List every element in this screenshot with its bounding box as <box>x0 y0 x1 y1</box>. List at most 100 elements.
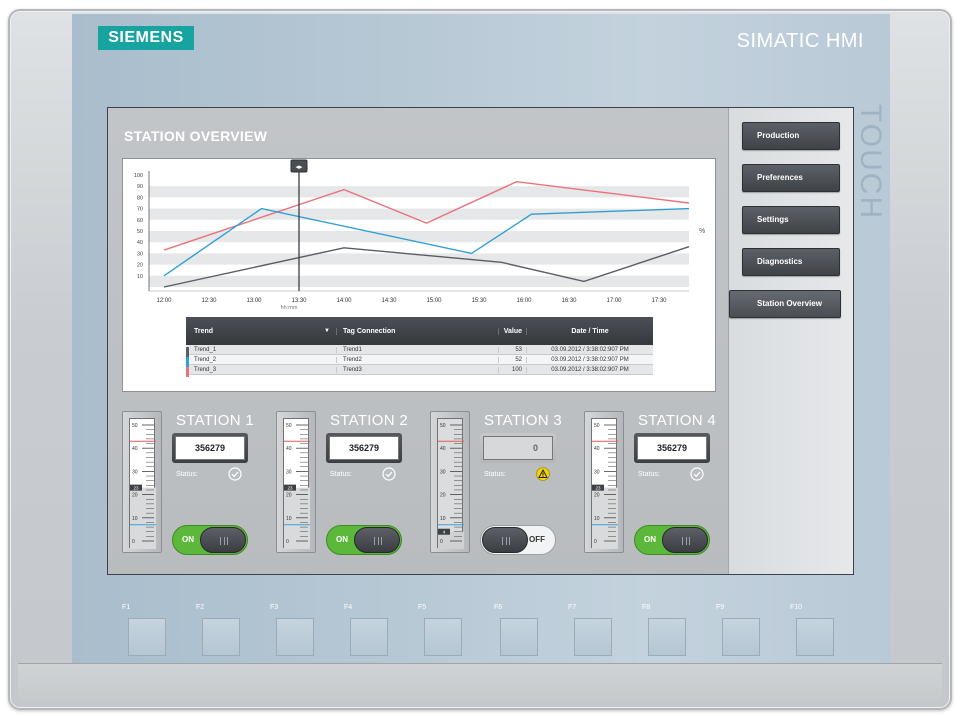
bezel-bottom-strip <box>18 663 942 701</box>
y-tick-label: 50 <box>137 229 143 235</box>
nav-production-button[interactable]: Production <box>742 122 840 150</box>
fkey-label: F5 <box>418 604 427 611</box>
fkey-label: F9 <box>716 604 725 611</box>
station-2-panel: 50 40 30 20 10 0 23 STATION 2 356279 Status: O… <box>276 411 416 561</box>
x-tick-label: 16:00 <box>516 298 532 304</box>
touch-label: TOUCH <box>854 104 887 221</box>
value-column-header: Value <box>498 327 526 335</box>
scale-label: 10 <box>132 516 138 522</box>
main-area: STATION OVERVIEW 10 20 30 40 50 60 70 80 90 100 12… <box>108 108 728 574</box>
scale-label: 0 <box>132 539 135 545</box>
f1-key[interactable] <box>128 618 166 656</box>
y-tick-label: 10 <box>137 274 143 280</box>
nav-preferences-button[interactable]: Preferences <box>742 164 840 192</box>
table-row[interactable]: Trend_1 Trend1 53 03.09.2012 / 3:38:02:9… <box>186 345 653 357</box>
scale-label: 40 <box>440 446 446 452</box>
scale-label: 20 <box>286 493 292 499</box>
scale-label: 30 <box>132 469 138 475</box>
station-title: STATION 4 <box>638 412 716 429</box>
f2-key[interactable] <box>202 618 240 656</box>
scale-label: 50 <box>132 423 138 429</box>
grid-band <box>149 275 689 287</box>
toggle-knob[interactable] <box>482 527 528 553</box>
station-title: STATION 2 <box>330 412 408 429</box>
level-bar: 50 40 30 20 10 0 4 <box>430 411 470 553</box>
trend-color-marker <box>186 346 189 357</box>
f10-key[interactable] <box>796 618 834 656</box>
fkey-label: F8 <box>642 604 651 611</box>
y-tick-label: 100 <box>134 173 143 179</box>
hmi-screen: STATION OVERVIEW 10 20 30 40 50 60 70 80 90 100 12… <box>107 107 854 575</box>
tag-column-header: Tag Connection <box>336 327 498 335</box>
scale-label: 20 <box>440 493 446 499</box>
x-tick-label: 15:00 <box>426 298 442 304</box>
nav-settings-button[interactable]: Settings <box>742 206 840 234</box>
y-tick-label: 30 <box>137 251 143 257</box>
status-label: Status: <box>638 471 660 478</box>
station-title: STATION 3 <box>484 412 562 429</box>
station-3-toggle[interactable]: OFF <box>480 525 556 555</box>
scale-label: 20 <box>132 493 138 499</box>
scale-label: 0 <box>440 539 443 545</box>
f7-key[interactable] <box>574 618 612 656</box>
y-tick-label: 20 <box>137 263 143 269</box>
station-1-panel: 50 40 30 20 10 0 23 STATION 1 356279 Status: O… <box>122 411 262 561</box>
dropdown-arrow-icon[interactable]: ▼ <box>324 328 330 334</box>
trend-table-body: Trend_1 Trend1 53 03.09.2012 / 3:38:02:9… <box>186 345 653 377</box>
x-tick-label: 17:30 <box>651 298 667 304</box>
x-tick-label: 12:00 <box>156 298 172 304</box>
page-title: STATION OVERVIEW <box>124 128 268 144</box>
grid-band <box>149 186 689 198</box>
toggle-knob[interactable] <box>662 527 708 553</box>
level-bar: 50 40 30 20 10 0 23 <box>122 411 162 553</box>
f3-key[interactable] <box>276 618 314 656</box>
scale-label: 50 <box>594 423 600 429</box>
station-value-field[interactable]: 356279 <box>634 433 710 463</box>
y-tick-label: 90 <box>137 184 143 190</box>
fkey-label: F1 <box>122 604 131 611</box>
scale-label: 40 <box>286 446 292 452</box>
f6-key[interactable] <box>500 618 538 656</box>
f9-key[interactable] <box>722 618 760 656</box>
x-tick-label: 12:30 <box>201 298 217 304</box>
station-value-field[interactable]: 356279 <box>172 433 248 463</box>
fkey-label: F3 <box>270 604 279 611</box>
y-tick-label: 40 <box>137 240 143 246</box>
datetime-column-header: Date / Time <box>526 327 653 335</box>
toggle-knob[interactable] <box>354 527 400 553</box>
station-2-toggle[interactable]: ON <box>326 525 402 555</box>
table-row[interactable]: Trend_2 Trend2 52 03.09.2012 / 3:38:02:9… <box>186 355 653 367</box>
y-axis-label: % <box>699 228 705 235</box>
station-1-toggle[interactable]: ON <box>172 525 248 555</box>
scale-label: 30 <box>440 469 446 475</box>
x-tick-label: 14:00 <box>336 298 352 304</box>
station-3-panel: 50 40 30 20 10 0 4 STATION 3 0 Status: OFF <box>430 411 570 561</box>
grid-band <box>149 231 689 243</box>
grid-band <box>149 208 689 220</box>
toggle-knob[interactable] <box>200 527 246 553</box>
scale-label: 0 <box>594 539 597 545</box>
function-keys: F1 F2 F3 F4 F5 F6 F7 F8 F9 F10 <box>118 604 838 658</box>
f8-key[interactable] <box>648 618 686 656</box>
scale-label: 30 <box>594 469 600 475</box>
level-value: 23 <box>595 485 601 490</box>
y-tick-label: 60 <box>137 218 143 224</box>
f4-key[interactable] <box>350 618 388 656</box>
station-value-field[interactable]: 356279 <box>326 433 402 463</box>
status-label: Status: <box>176 471 198 478</box>
trend-chart[interactable]: 10 20 30 40 50 60 70 80 90 100 12:00 12:30 13:00 13:3… <box>123 159 715 311</box>
trend-column-header[interactable]: Trend ▼ <box>186 328 336 335</box>
scale-label: 30 <box>286 469 292 475</box>
nav-station-overview-button[interactable]: Station Overview <box>729 290 841 318</box>
scale-label: 40 <box>132 446 138 452</box>
brand-logo: SIEMENS <box>98 26 194 50</box>
nav-diagnostics-button[interactable]: Diagnostics <box>742 248 840 276</box>
table-row[interactable]: Trend_3 Trend3 100 03.09.2012 / 3:38:02:… <box>186 365 653 377</box>
y-tick-label: 70 <box>137 207 143 213</box>
grip-icon <box>502 537 510 545</box>
x-tick-label: 17:00 <box>606 298 622 304</box>
f5-key[interactable] <box>424 618 462 656</box>
station-4-toggle[interactable]: ON <box>634 525 710 555</box>
station-value-field[interactable]: 0 <box>480 433 556 463</box>
y-tick-label: 80 <box>137 195 143 201</box>
